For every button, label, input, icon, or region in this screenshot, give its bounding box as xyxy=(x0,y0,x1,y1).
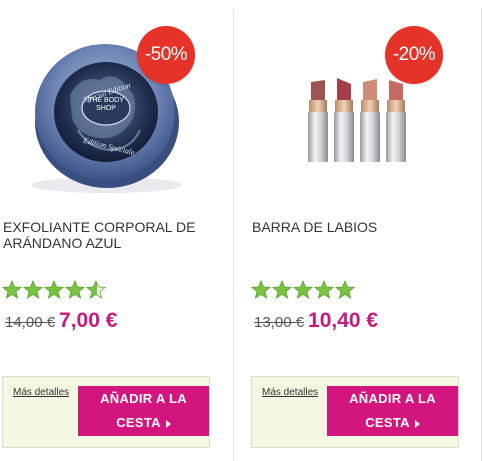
star-full-icon xyxy=(314,280,334,299)
add-to-cart-button[interactable]: AÑADIR A LA CESTA xyxy=(327,386,458,436)
product-card-barra-de-labios: -20% BARRA DE LABIOS 13,00 € 10,40 € Más… xyxy=(249,0,474,461)
rating-stars xyxy=(2,280,106,300)
discount-badge: -50% xyxy=(137,26,195,84)
star-full-icon xyxy=(23,280,43,299)
old-price: 13,00 € xyxy=(254,314,305,331)
star-full-icon xyxy=(293,280,313,299)
arrow-right-icon xyxy=(414,419,420,428)
product-name[interactable]: BARRA DE LABIOS xyxy=(252,219,472,235)
add-to-cart-label-line1: AÑADIR A LA xyxy=(100,391,187,406)
product-grid: Special Edition THE BODY SHOP Edition Sp… xyxy=(0,0,484,461)
old-price: 14,00 € xyxy=(5,314,56,331)
star-full-icon xyxy=(335,280,355,299)
discount-badge: -20% xyxy=(385,26,443,84)
purchase-panel: Más detalles AÑADIR A LA CESTA xyxy=(251,376,459,448)
star-half-icon xyxy=(86,280,106,299)
star-full-icon xyxy=(2,280,22,299)
product-name[interactable]: EXFOLIANTE CORPORAL DE ARÁNDANO AZUL xyxy=(3,219,223,251)
product-image-body-scrub-jar[interactable]: Special Edition THE BODY SHOP Edition Sp… xyxy=(0,0,225,200)
lipsticks-image xyxy=(308,78,406,162)
column-divider-right xyxy=(481,10,482,461)
product-image-lipsticks[interactable]: -20% xyxy=(249,0,474,200)
add-to-cart-button[interactable]: AÑADIR A LA CESTA xyxy=(78,386,209,436)
column-divider xyxy=(233,10,234,461)
sale-price: 10,40 € xyxy=(308,309,379,332)
star-full-icon xyxy=(272,280,292,299)
product-card-exfoliante: Special Edition THE BODY SHOP Edition Sp… xyxy=(0,0,225,461)
star-full-icon xyxy=(251,280,271,299)
add-to-cart-label-line1: AÑADIR A LA xyxy=(349,391,436,406)
price-row: 14,00 € 7,00 € xyxy=(5,309,117,333)
add-to-cart-label-line2: CESTA xyxy=(116,415,161,430)
jar-label-brand: THE BODY SHOP xyxy=(88,97,124,112)
rating-stars xyxy=(251,280,355,300)
star-full-icon xyxy=(44,280,64,299)
price-row: 13,00 € 10,40 € xyxy=(254,309,378,333)
sale-price: 7,00 € xyxy=(59,309,118,332)
purchase-panel: Más detalles AÑADIR A LA CESTA xyxy=(2,376,210,448)
arrow-right-icon xyxy=(165,419,171,428)
star-full-icon xyxy=(65,280,85,299)
more-details-link[interactable]: Más detalles xyxy=(13,387,69,398)
add-to-cart-label-line2: CESTA xyxy=(365,415,410,430)
more-details-link[interactable]: Más detalles xyxy=(262,387,318,398)
